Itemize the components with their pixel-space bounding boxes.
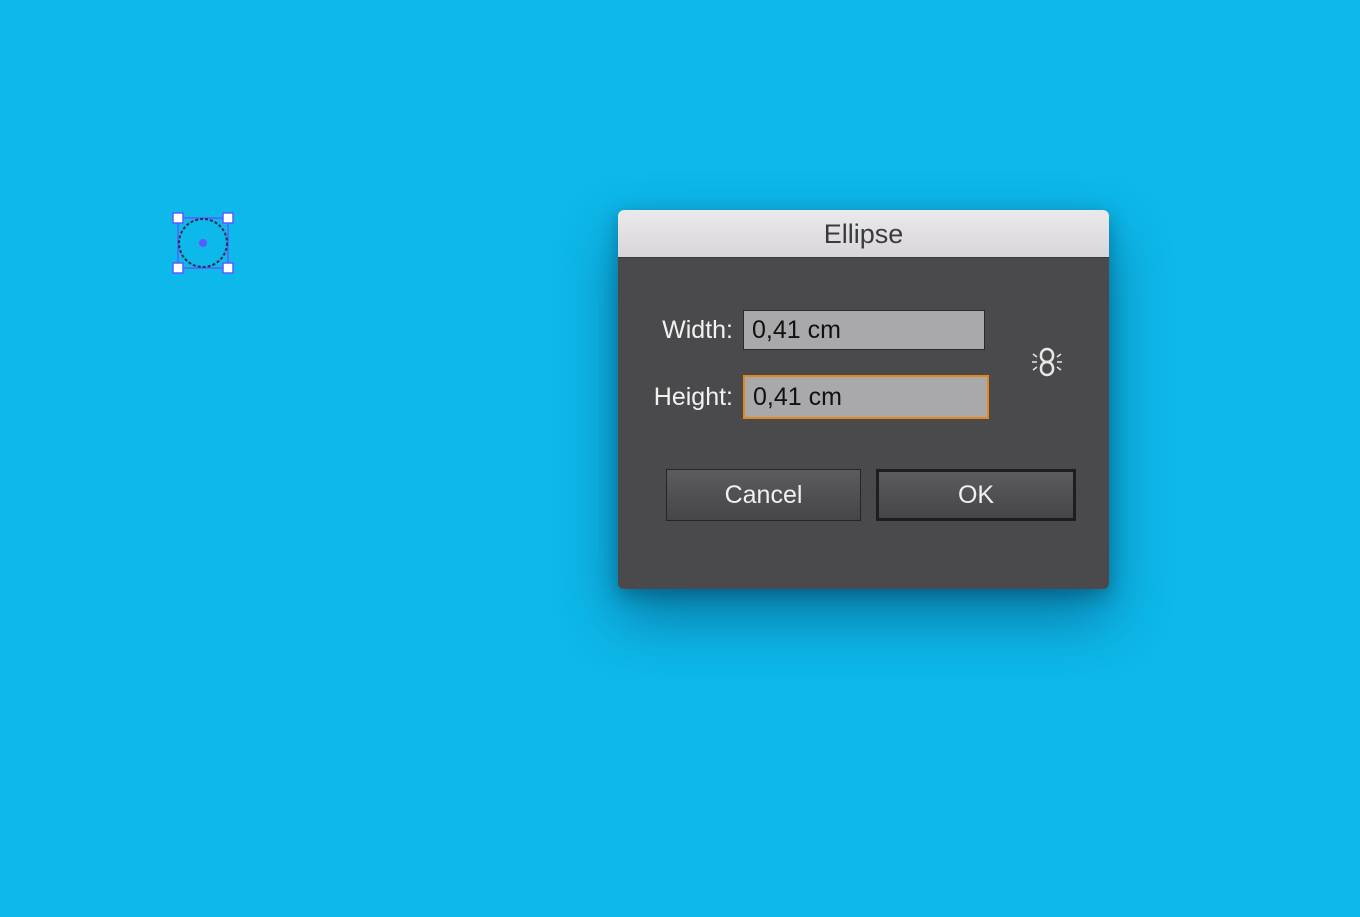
height-input[interactable]: [743, 375, 989, 419]
height-row: Height:: [618, 375, 989, 419]
width-label: Width:: [662, 315, 733, 344]
resize-handle-bottom-left: [172, 262, 184, 274]
ellipse-selection-graphic: [172, 212, 234, 274]
ellipse-dialog: Ellipse Width: Height: Cancel OK: [618, 210, 1109, 589]
height-label: Height:: [653, 382, 733, 411]
resize-handle-bottom-right: [222, 262, 234, 274]
resize-handle-top-left: [172, 212, 184, 224]
dialog-title: Ellipse: [618, 210, 1109, 258]
selected-ellipse-shape[interactable]: [170, 210, 236, 276]
width-input[interactable]: [743, 310, 985, 350]
resize-handle-top-right: [222, 212, 234, 224]
ok-button[interactable]: OK: [876, 469, 1076, 521]
link-proportions-icon[interactable]: [1028, 343, 1068, 383]
width-row: Width:: [618, 308, 985, 352]
cancel-button[interactable]: Cancel: [666, 469, 861, 521]
